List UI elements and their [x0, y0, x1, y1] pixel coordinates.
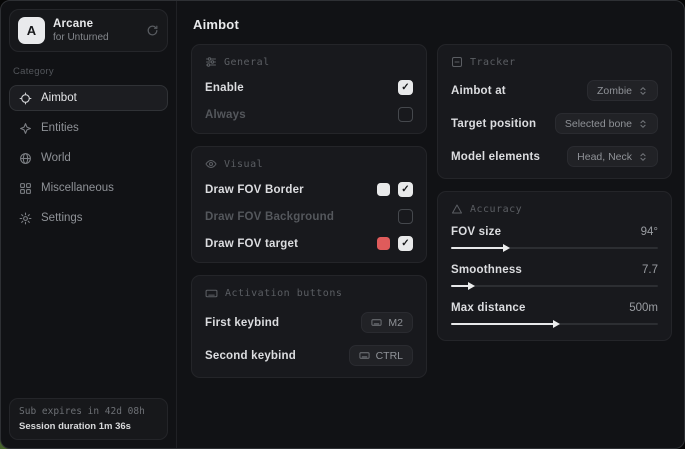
- setting-row-enable: Enable: [205, 80, 413, 95]
- fov-size-value: 94°: [641, 226, 658, 238]
- page-title: Aimbot: [193, 17, 670, 32]
- brand-card: A Arcane for Unturned: [9, 9, 168, 52]
- sidebar: A Arcane for Unturned Category Aimbot: [1, 1, 177, 448]
- always-checkbox[interactable]: [398, 107, 413, 122]
- accuracy-card: Accuracy FOV size 94°: [437, 191, 672, 341]
- setting-row-first-keybind: First keybind M2: [205, 312, 413, 333]
- sync-icon[interactable]: [146, 24, 159, 37]
- grid-icon: [19, 182, 32, 195]
- fov-size-slider[interactable]: [451, 243, 658, 253]
- enable-checkbox[interactable]: [398, 80, 413, 95]
- target-position-select[interactable]: Selected bone: [555, 113, 658, 134]
- max-distance-value: 500m: [629, 302, 658, 314]
- keyboard-icon: [371, 317, 382, 328]
- sidebar-item-settings[interactable]: Settings: [9, 205, 168, 231]
- section-title: Tracker: [470, 57, 516, 68]
- category-label: Category: [13, 66, 164, 77]
- triangle-icon: [451, 203, 463, 215]
- gear-icon: [19, 212, 32, 225]
- setting-row-smoothness: Smoothness 7.7: [451, 264, 658, 291]
- setting-row-second-keybind: Second keybind CTRL: [205, 345, 413, 366]
- first-keybind-button[interactable]: M2: [361, 312, 413, 333]
- arcane-window: A Arcane for Unturned Category Aimbot: [0, 0, 685, 449]
- keyboard-icon: [359, 350, 370, 361]
- model-elements-select[interactable]: Head, Neck: [567, 146, 658, 167]
- setting-row-model-elements: Model elements Head, Neck: [451, 146, 658, 167]
- keyboard-icon: [205, 287, 218, 300]
- app-title: Arcane: [53, 18, 138, 30]
- visual-card: Visual Draw FOV Border Draw FOV Backgrou…: [191, 146, 427, 263]
- setting-row-fov-target: Draw FOV target: [205, 236, 413, 251]
- slider-thumb[interactable]: [468, 282, 475, 290]
- setting-row-fov-border: Draw FOV Border: [205, 182, 413, 197]
- sidebar-nav: Aimbot Entities World: [9, 85, 168, 231]
- subscription-card: Sub expires in 42d 08h Session duration …: [9, 398, 168, 440]
- sidebar-item-aimbot[interactable]: Aimbot: [9, 85, 168, 111]
- unfold-icon: [638, 86, 648, 96]
- sliders-icon: [205, 56, 217, 68]
- tracker-card: Tracker Aimbot at Zombie: [437, 44, 672, 179]
- color-swatch-red[interactable]: [377, 237, 390, 250]
- setting-row-target-position: Target position Selected bone: [451, 113, 658, 134]
- slider-thumb[interactable]: [553, 320, 560, 328]
- fov-target-checkbox[interactable]: [398, 236, 413, 251]
- app-logo: A: [18, 17, 45, 44]
- app-subtitle: for Unturned: [53, 32, 138, 43]
- fov-background-checkbox[interactable]: [398, 209, 413, 224]
- setting-row-aimbot-at: Aimbot at Zombie: [451, 80, 658, 101]
- smoothness-value: 7.7: [642, 264, 658, 276]
- activation-card: Activation buttons First keybind M2: [191, 275, 427, 378]
- entities-icon: [19, 122, 32, 135]
- sidebar-item-miscellaneous[interactable]: Miscellaneous: [9, 175, 168, 201]
- session-duration-text: Session duration 1m 36s: [19, 421, 158, 432]
- second-keybind-button[interactable]: CTRL: [349, 345, 413, 366]
- setting-row-fov-background: Draw FOV Background: [205, 209, 413, 224]
- aimbot-at-select[interactable]: Zombie: [587, 80, 658, 101]
- sidebar-item-label: Aimbot: [41, 92, 77, 104]
- scan-icon: [451, 56, 463, 68]
- setting-row-always: Always: [205, 107, 413, 122]
- max-distance-slider[interactable]: [451, 319, 658, 329]
- section-title: Accuracy: [470, 204, 522, 215]
- slider-thumb[interactable]: [503, 244, 510, 252]
- setting-row-fov-size: FOV size 94°: [451, 226, 658, 253]
- smoothness-slider[interactable]: [451, 281, 658, 291]
- general-card: General Enable Always: [191, 44, 427, 134]
- sidebar-item-entities[interactable]: Entities: [9, 115, 168, 141]
- sidebar-item-label: Miscellaneous: [41, 182, 114, 194]
- unfold-icon: [638, 119, 648, 129]
- section-title: Activation buttons: [225, 288, 342, 299]
- sidebar-item-label: Settings: [41, 212, 83, 224]
- sidebar-item-label: World: [41, 152, 71, 164]
- sidebar-item-label: Entities: [41, 122, 79, 134]
- crosshair-icon: [19, 92, 32, 105]
- sidebar-item-world[interactable]: World: [9, 145, 168, 171]
- setting-row-max-distance: Max distance 500m: [451, 302, 658, 329]
- color-swatch-white[interactable]: [377, 183, 390, 196]
- eye-icon: [205, 158, 217, 170]
- fov-border-checkbox[interactable]: [398, 182, 413, 197]
- unfold-icon: [638, 152, 648, 162]
- main-content: Aimbot General Enable: [177, 1, 684, 448]
- globe-icon: [19, 152, 32, 165]
- sub-expires-text: Sub expires in 42d 08h: [19, 406, 158, 417]
- section-title: General: [224, 57, 270, 68]
- section-title: Visual: [224, 159, 263, 170]
